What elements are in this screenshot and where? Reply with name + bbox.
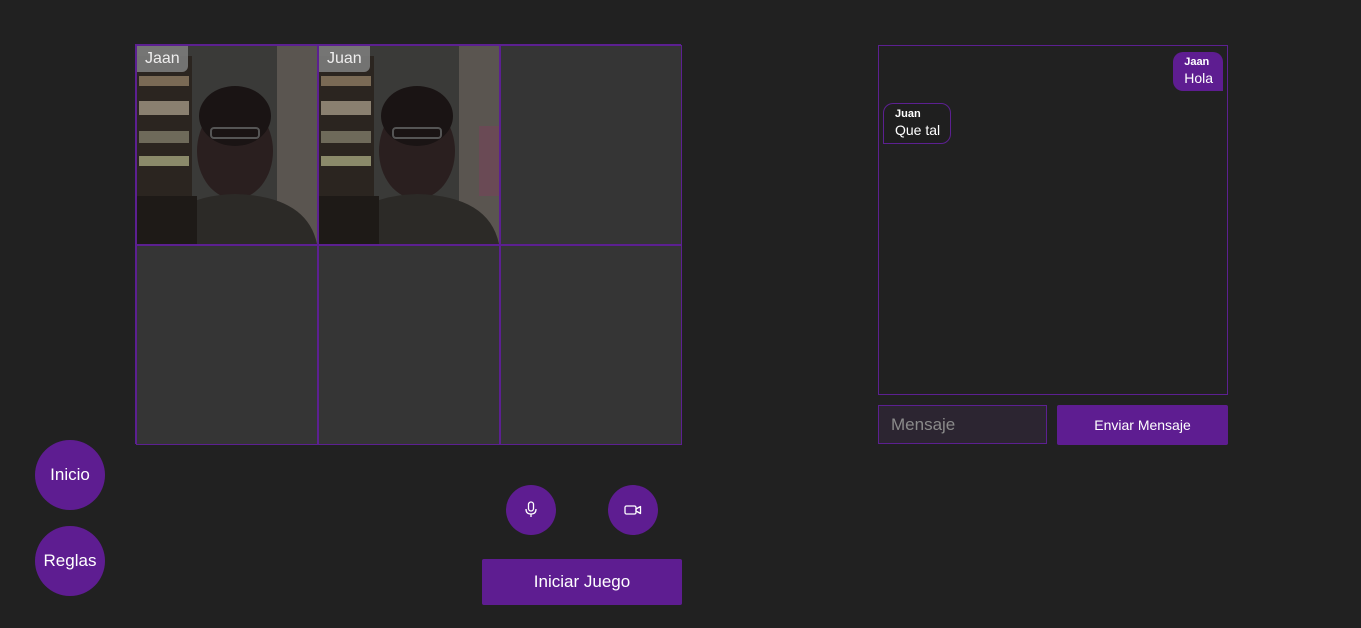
home-button[interactable]: Inicio — [35, 440, 105, 510]
microphone-icon — [525, 501, 537, 517]
message-author: Jaan — [1184, 56, 1210, 68]
webcam-feed — [319, 46, 499, 244]
video-tile-jaan: Jaan — [136, 45, 318, 245]
message-text: Hola — [1184, 70, 1213, 86]
start-game-button[interactable]: Iniciar Juego — [482, 559, 682, 605]
participant-name-tag: Juan — [319, 46, 370, 72]
empty-video-tile — [318, 245, 500, 445]
video-camera-icon — [624, 505, 642, 515]
participant-name-tag: Jaan — [137, 46, 188, 72]
empty-video-tile — [500, 45, 682, 245]
empty-video-tile — [500, 245, 682, 445]
microphone-toggle-button[interactable] — [506, 485, 556, 535]
chat-messages-panel[interactable]: Jaan Hola Juan Que tal — [878, 45, 1228, 395]
chat-message-sent: Jaan Hola — [1173, 52, 1223, 91]
message-text: Que tal — [895, 122, 941, 138]
send-message-button[interactable]: Enviar Mensaje — [1057, 405, 1228, 445]
video-tile-juan: Juan — [318, 45, 500, 245]
camera-toggle-button[interactable] — [608, 485, 658, 535]
webcam-feed — [137, 46, 317, 244]
message-author: Juan — [895, 108, 921, 120]
empty-video-tile — [136, 245, 318, 445]
video-grid: Jaan Juan — [135, 44, 682, 445]
rules-button[interactable]: Reglas — [35, 526, 105, 596]
message-input[interactable] — [878, 405, 1047, 444]
chat-message-received: Juan Que tal — [883, 103, 952, 144]
